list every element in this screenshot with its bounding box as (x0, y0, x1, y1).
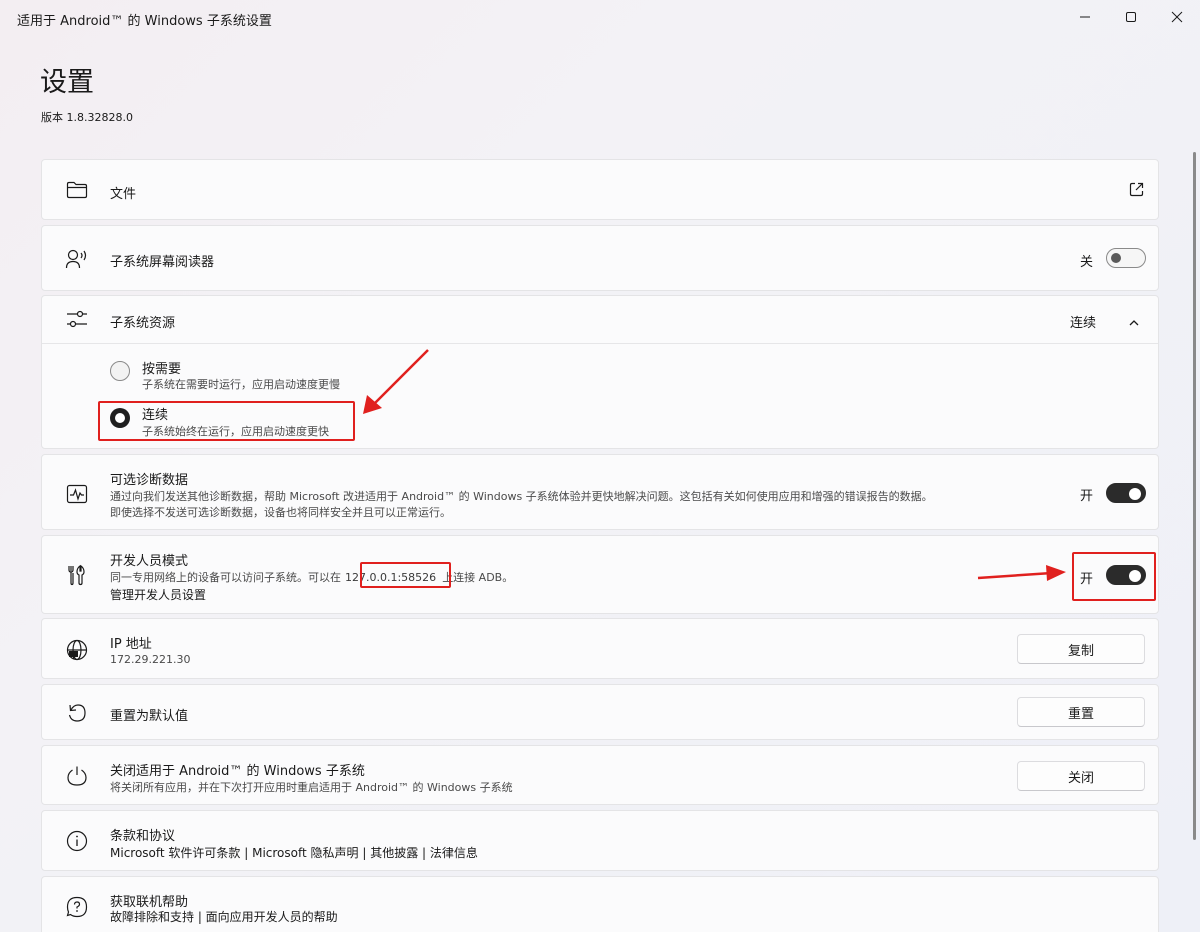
annotation-arrow-continuous (363, 349, 429, 414)
annotation-arrows (363, 349, 1066, 581)
annotation-arrow-developer-toggle (977, 565, 1066, 581)
